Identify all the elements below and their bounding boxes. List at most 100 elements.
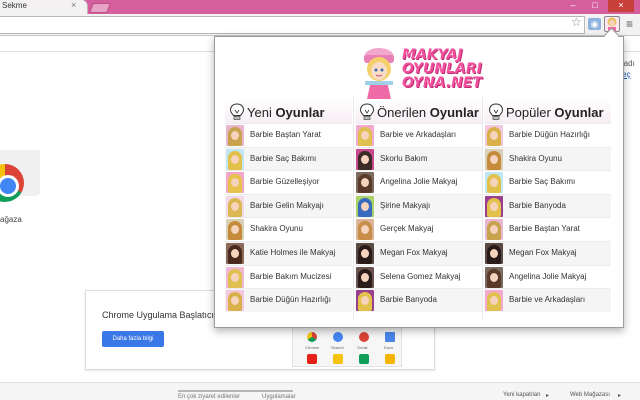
game-thumbnail[interactable] xyxy=(485,125,503,146)
game-thumbnail[interactable] xyxy=(356,290,374,312)
game-column: Popüler Oyunlar Barbie Düğün Hazırlığı Sha… xyxy=(484,97,611,319)
game-list-item[interactable]: Barbie Banyoda xyxy=(355,288,482,312)
game-link[interactable]: Barbie Baştan Yarat xyxy=(509,224,580,233)
game-list: Barbie ve Arkadaşları Skorlu Bakım Angelin… xyxy=(355,123,482,312)
game-link[interactable]: Barbie Düğün Hazırlığı xyxy=(250,295,331,304)
game-list-item[interactable]: Selena Gomez Makyaj xyxy=(355,264,482,289)
game-thumbnail[interactable] xyxy=(226,242,244,264)
game-list-item[interactable]: Barbie ve Arkadaşları xyxy=(355,123,482,147)
game-list-item[interactable]: Barbie Düğün Hazırlığı xyxy=(225,288,352,312)
game-list-item[interactable]: Shakira Oyunu xyxy=(484,146,611,171)
game-thumbnail[interactable] xyxy=(226,125,244,146)
column-title-light: Yeni xyxy=(247,105,276,120)
game-thumbnail[interactable] xyxy=(356,219,374,241)
game-thumbnail[interactable] xyxy=(356,242,374,264)
game-list-item[interactable]: Megan Fox Makyaj xyxy=(484,240,611,265)
recently-closed-link[interactable]: Yeni kapatılan xyxy=(503,392,540,398)
game-link[interactable]: Shakira Oyunu xyxy=(250,224,303,233)
most-visited-tab[interactable]: En çok ziyaret edilenler xyxy=(178,394,240,400)
game-thumbnail[interactable] xyxy=(356,266,374,288)
game-link[interactable]: Barbie Bakım Mucizesi xyxy=(250,272,331,281)
game-link[interactable]: Barbie Baştan Yarat xyxy=(250,130,321,139)
game-thumbnail[interactable] xyxy=(485,219,503,241)
game-thumbnail[interactable] xyxy=(485,195,503,217)
bookmark-star-icon[interactable]: ☆ xyxy=(571,15,582,29)
game-thumbnail[interactable] xyxy=(485,148,503,170)
game-list-item[interactable]: Barbie ve Arkadaşları xyxy=(484,288,611,312)
game-link[interactable]: Barbie Banyoda xyxy=(509,201,566,210)
mini-app-label: Search xyxy=(331,345,344,350)
game-link[interactable]: Barbie Saç Bakımı xyxy=(250,154,316,163)
game-link[interactable]: Barbie Güzelleşiyor xyxy=(250,177,319,186)
game-list-item[interactable]: Megan Fox Makyaj xyxy=(355,240,482,265)
game-link[interactable]: Barbie Gelin Makyajı xyxy=(250,201,324,210)
mini-app-sheets-icon xyxy=(359,354,369,364)
game-list-item[interactable]: Barbie Bakım Mucizesi xyxy=(225,264,352,289)
game-link[interactable]: Gerçek Makyaj xyxy=(380,224,433,233)
game-thumbnail[interactable] xyxy=(356,195,374,217)
game-list-item[interactable]: Katie Holmes ile Makyaj xyxy=(225,240,352,265)
game-thumbnail[interactable] xyxy=(226,219,244,241)
learn-more-button[interactable]: Daha fazla bilgi xyxy=(102,331,164,347)
game-list-item[interactable]: Barbie Banyoda xyxy=(484,193,611,218)
new-tab-button[interactable] xyxy=(89,3,111,13)
game-list-item[interactable]: Barbie Güzelleşiyor xyxy=(225,170,352,194)
game-link[interactable]: Barbie ve Arkadaşları xyxy=(509,295,585,304)
game-list-item[interactable]: Barbie Saç Bakımı xyxy=(484,170,611,194)
game-link[interactable]: Megan Fox Makyaj xyxy=(509,248,577,257)
game-list-item[interactable]: Barbie Gelin Makyajı xyxy=(225,193,352,218)
game-thumbnail[interactable] xyxy=(226,148,244,170)
column-title-bold: Oyunlar xyxy=(554,105,604,120)
game-thumbnail[interactable] xyxy=(226,172,244,194)
web-store-app-icon[interactable] xyxy=(0,150,40,202)
game-link[interactable]: Megan Fox Makyaj xyxy=(380,248,448,257)
chrome-menu-icon[interactable]: ≡ xyxy=(626,17,633,31)
close-window-button[interactable]: × xyxy=(608,0,634,12)
tab-title: Sekme xyxy=(2,1,27,10)
game-list-item[interactable]: Barbie Saç Bakımı xyxy=(225,146,352,171)
game-list-item[interactable]: Angelina Jolie Makyaj xyxy=(355,170,482,194)
game-list-item[interactable]: Gerçek Makyaj xyxy=(355,217,482,241)
game-list-item[interactable]: Barbie Baştan Yarat xyxy=(225,123,352,147)
ntp-bottom-bar: En çok ziyaret edilenler Uygulamalar Yen… xyxy=(0,382,640,400)
game-list-item[interactable]: Skorlu Bakım xyxy=(355,146,482,171)
maximize-button[interactable]: □ xyxy=(586,0,604,12)
camera-icon[interactable]: ◉ xyxy=(588,18,601,30)
game-thumbnail[interactable] xyxy=(485,290,503,312)
browser-tab[interactable]: Sekme × xyxy=(0,0,88,14)
game-link[interactable]: Barbie Banyoda xyxy=(380,295,437,304)
game-thumbnail[interactable] xyxy=(226,195,244,217)
game-list-item[interactable]: Şirine Makyajı xyxy=(355,193,482,218)
game-thumbnail[interactable] xyxy=(356,148,374,170)
game-link[interactable]: Barbie ve Arkadaşları xyxy=(380,130,456,139)
thumbnail-face xyxy=(361,201,369,211)
game-thumbnail[interactable] xyxy=(226,266,244,288)
game-link[interactable]: Angelina Jolie Makyaj xyxy=(380,177,457,186)
game-link[interactable]: Skorlu Bakım xyxy=(380,154,428,163)
game-thumbnail[interactable] xyxy=(356,125,374,146)
game-link[interactable]: Katie Holmes ile Makyaj xyxy=(250,248,335,257)
game-list: Barbie Baştan Yarat Barbie Saç Bakımı Barb… xyxy=(225,123,352,312)
web-store-link[interactable]: Web Mağazası xyxy=(570,392,610,398)
address-bar[interactable] xyxy=(0,16,585,34)
game-thumbnail[interactable] xyxy=(485,172,503,194)
game-link[interactable]: Selena Gomez Makyaj xyxy=(380,272,460,281)
game-link[interactable]: Barbie Düğün Hazırlığı xyxy=(509,130,590,139)
game-list-item[interactable]: Barbie Düğün Hazırlığı xyxy=(484,123,611,147)
tab-close-icon[interactable]: × xyxy=(71,0,76,10)
game-link[interactable]: Barbie Saç Bakımı xyxy=(509,177,575,186)
game-list-item[interactable]: Shakira Oyunu xyxy=(225,217,352,241)
game-link[interactable]: Angelina Jolie Makyaj xyxy=(509,272,586,281)
apps-tab[interactable]: Uygulamalar xyxy=(262,394,296,400)
game-list-item[interactable]: Angelina Jolie Makyaj xyxy=(484,264,611,289)
game-thumbnail[interactable] xyxy=(226,290,244,312)
game-thumbnail[interactable] xyxy=(485,266,503,288)
game-thumbnail[interactable] xyxy=(485,242,503,264)
makyaj-oyunlari-logo[interactable]: MAKYAJ OYUNLARI OYNA.NET xyxy=(355,43,495,103)
game-thumbnail[interactable] xyxy=(356,172,374,194)
game-list-item[interactable]: Barbie Baştan Yarat xyxy=(484,217,611,241)
game-link[interactable]: Shakira Oyunu xyxy=(509,154,562,163)
game-link[interactable]: Şirine Makyajı xyxy=(380,201,430,210)
web-store-label: ağaza xyxy=(0,215,22,224)
minimize-button[interactable]: – xyxy=(564,0,582,12)
